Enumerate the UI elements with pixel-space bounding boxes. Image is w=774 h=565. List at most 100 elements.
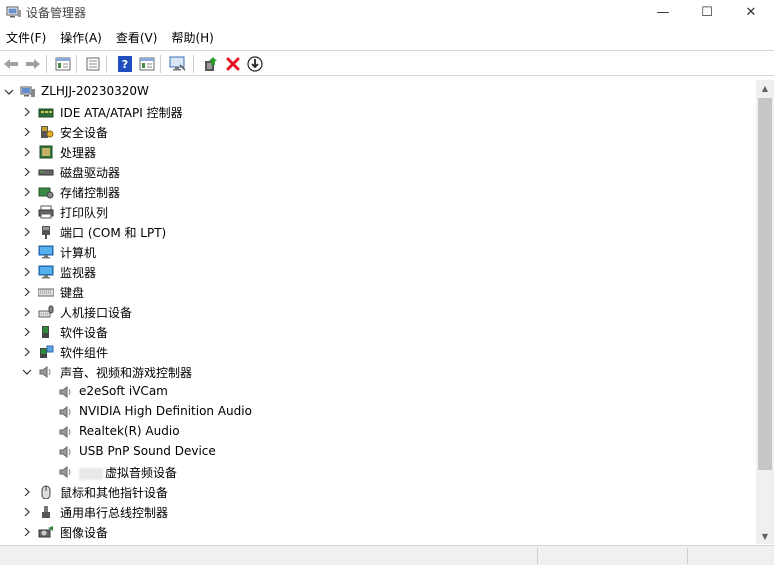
menu-help[interactable]: 帮助(H) bbox=[165, 27, 221, 49]
chevron-right-icon[interactable] bbox=[22, 486, 32, 498]
status-pane bbox=[687, 548, 774, 564]
svg-text:?: ? bbox=[122, 58, 128, 71]
ide-controller-icon bbox=[38, 108, 54, 118]
tree-device-label: e2eSoft iVCam bbox=[79, 384, 168, 398]
vertical-scrollbar[interactable]: ▲ ▼ bbox=[756, 80, 774, 544]
tree-root[interactable]: ZLHJJ-20230320W bbox=[0, 82, 756, 102]
tree-category[interactable]: IDE ATA/ATAPI 控制器 bbox=[0, 102, 756, 122]
computer-root-icon bbox=[20, 86, 35, 97]
title-bar: 设备管理器 — ☐ ✕ bbox=[0, 0, 774, 25]
chevron-right-icon[interactable] bbox=[22, 166, 32, 178]
chevron-down-icon[interactable] bbox=[22, 366, 32, 378]
tree-category-label: 声音、视频和游戏控制器 bbox=[60, 366, 193, 380]
chevron-right-icon[interactable] bbox=[22, 346, 32, 358]
tree-category[interactable]: 鼠标和其他指针设备 bbox=[0, 482, 756, 502]
tree-category[interactable]: 图像设备 bbox=[0, 522, 756, 542]
tree-category[interactable]: 软件设备 bbox=[0, 322, 756, 342]
back-icon[interactable] bbox=[2, 55, 20, 73]
chevron-right-icon[interactable] bbox=[22, 266, 32, 278]
tree-category-label: IDE ATA/ATAPI 控制器 bbox=[60, 106, 183, 120]
chevron-right-icon[interactable] bbox=[22, 286, 32, 298]
speaker-icon bbox=[59, 426, 71, 438]
software-device-icon bbox=[42, 326, 49, 338]
properties-icon[interactable] bbox=[54, 55, 72, 73]
tree-category[interactable]: 计算机 bbox=[0, 242, 756, 262]
chevron-right-icon[interactable] bbox=[22, 206, 32, 218]
mouse-icon bbox=[41, 485, 51, 499]
chevron-right-icon[interactable] bbox=[22, 146, 32, 158]
tree-category-label: 图像设备 bbox=[60, 526, 109, 540]
uninstall-icon[interactable] bbox=[224, 55, 242, 73]
chevron-right-icon[interactable] bbox=[22, 306, 32, 318]
menu-bar: 文件(F) 操作(A) 查看(V) 帮助(H) bbox=[0, 27, 774, 49]
scan-hardware-icon[interactable] bbox=[169, 55, 187, 73]
tree-category[interactable]: 打印队列 bbox=[0, 202, 756, 222]
storage-controller-icon bbox=[38, 187, 54, 199]
speaker-icon bbox=[59, 466, 71, 478]
tree-category-label: 存储控制器 bbox=[60, 186, 121, 200]
chevron-right-icon[interactable] bbox=[22, 186, 32, 198]
chevron-right-icon[interactable] bbox=[22, 106, 32, 118]
tree-device-label: NVIDIA High Definition Audio bbox=[79, 404, 252, 418]
computer-icon bbox=[38, 245, 54, 259]
tree-device-label: Realtek(R) Audio bbox=[79, 424, 180, 438]
tree-device-label: USB PnP Sound Device bbox=[79, 444, 216, 458]
menu-view[interactable]: 查看(V) bbox=[110, 27, 166, 49]
processor-icon bbox=[39, 145, 53, 159]
status-bar bbox=[0, 545, 774, 565]
scroll-thumb[interactable] bbox=[758, 98, 772, 470]
chevron-right-icon[interactable] bbox=[22, 506, 32, 518]
tree-category[interactable]: 端口 (COM 和 LPT) bbox=[0, 222, 756, 242]
tree-category[interactable]: 处理器 bbox=[0, 142, 756, 162]
tree-category[interactable]: 软件组件 bbox=[0, 342, 756, 362]
tree-device[interactable]: e2eSoft iVCam bbox=[0, 382, 756, 402]
speaker-icon bbox=[59, 446, 71, 458]
tree-category-label: 键盘 bbox=[60, 286, 85, 300]
monitor-icon bbox=[38, 265, 54, 279]
chevron-down-icon[interactable] bbox=[4, 86, 14, 98]
tree-category[interactable]: 磁盘驱动器 bbox=[0, 162, 756, 182]
tree-device-label: 虚拟音频设备 bbox=[79, 464, 177, 481]
security-device-icon bbox=[41, 126, 54, 138]
port-icon bbox=[42, 226, 50, 239]
chevron-right-icon[interactable] bbox=[22, 526, 32, 538]
tree-category[interactable]: 存储控制器 bbox=[0, 182, 756, 202]
tree-category[interactable]: 声音、视频和游戏控制器 bbox=[0, 362, 756, 382]
update-driver-icon[interactable] bbox=[202, 55, 220, 73]
tree-device[interactable]: Realtek(R) Audio bbox=[0, 422, 756, 442]
refresh-icon[interactable] bbox=[84, 55, 102, 73]
tree-device[interactable]: 虚拟音频设备 bbox=[0, 462, 756, 482]
maximize-button[interactable]: ☐ bbox=[684, 0, 730, 25]
chevron-right-icon[interactable] bbox=[22, 246, 32, 258]
tree-device[interactable]: USB PnP Sound Device bbox=[0, 442, 756, 462]
printer-icon bbox=[38, 205, 54, 219]
tree-category-label: 端口 (COM 和 LPT) bbox=[60, 226, 167, 240]
chevron-right-icon[interactable] bbox=[22, 326, 32, 338]
menu-file[interactable]: 文件(F) bbox=[0, 27, 54, 49]
tree-category-label: 打印队列 bbox=[60, 206, 109, 220]
scroll-down-icon[interactable]: ▼ bbox=[756, 528, 774, 544]
tree-category-label: 通用串行总线控制器 bbox=[60, 506, 169, 520]
tree-category[interactable]: 安全设备 bbox=[0, 122, 756, 142]
hid-icon bbox=[38, 305, 54, 318]
help-icon[interactable]: ? bbox=[116, 55, 134, 73]
minimize-button[interactable]: — bbox=[640, 0, 686, 25]
tree-category-label: 磁盘驱动器 bbox=[60, 166, 121, 180]
tree-category[interactable]: 键盘 bbox=[0, 282, 756, 302]
scroll-up-icon[interactable]: ▲ bbox=[756, 80, 774, 96]
tree-category[interactable]: 人机接口设备 bbox=[0, 302, 756, 322]
tree-category-label: 鼠标和其他指针设备 bbox=[60, 486, 169, 500]
close-button[interactable]: ✕ bbox=[728, 0, 774, 25]
toolbar: ? bbox=[0, 50, 774, 76]
camera-icon bbox=[38, 526, 53, 538]
tree-device[interactable]: NVIDIA High Definition Audio bbox=[0, 402, 756, 422]
forward-icon[interactable] bbox=[24, 55, 42, 73]
tree-category[interactable]: 通用串行总线控制器 bbox=[0, 502, 756, 522]
tree-category-label: 人机接口设备 bbox=[60, 306, 133, 320]
chevron-right-icon[interactable] bbox=[22, 126, 32, 138]
chevron-right-icon[interactable] bbox=[22, 226, 32, 238]
view-icon[interactable] bbox=[138, 55, 156, 73]
menu-action[interactable]: 操作(A) bbox=[54, 27, 110, 49]
disable-icon[interactable] bbox=[246, 55, 264, 73]
tree-category[interactable]: 监视器 bbox=[0, 262, 756, 282]
